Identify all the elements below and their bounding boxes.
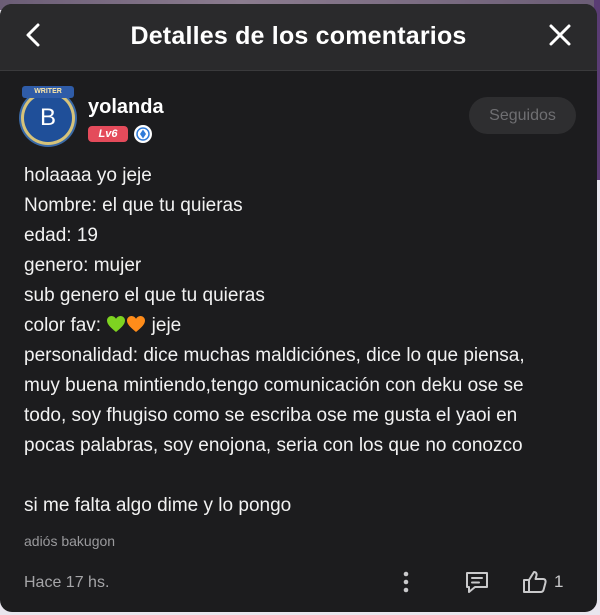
green-heart-icon xyxy=(107,316,126,332)
diamond-icon xyxy=(136,127,150,141)
orange-heart-icon xyxy=(127,316,146,332)
close-button[interactable] xyxy=(543,18,577,52)
comment-line: Nombre: el que tu quieras xyxy=(24,195,243,216)
comment-line-color-fav: color fav: jeje xyxy=(24,311,584,341)
comment-line: sub genero el que tu quieras xyxy=(24,285,265,306)
comment-body: holaaaa yo jeje Nombre: el que tu quiera… xyxy=(24,161,584,521)
page-title: Detalles de los comentarios xyxy=(130,22,467,50)
comment-icon xyxy=(466,572,488,593)
follow-button[interactable]: Seguidos xyxy=(469,97,576,134)
avatar-frame-ribbon: WRITER xyxy=(22,86,74,98)
comment-line: todo, soy fhugiso como se escriba ose me… xyxy=(24,405,518,426)
comment-line: si me falta algo dime y lo pongo xyxy=(24,495,292,516)
thumbs-up-icon xyxy=(523,571,547,593)
comment-details-panel: Detalles de los comentarios B WRITER yol… xyxy=(0,4,597,612)
level-badge: Lv6 xyxy=(88,126,128,142)
comment-line: pocas palabras, soy enojona, seria con l… xyxy=(24,435,523,456)
reply-button[interactable] xyxy=(464,569,490,595)
like-count: 1 xyxy=(554,572,564,591)
comment-line: edad: 19 xyxy=(24,225,98,246)
author-name[interactable]: yolanda xyxy=(88,96,164,119)
comment-signature: adiós bakugon xyxy=(24,533,116,549)
avatar[interactable]: B WRITER xyxy=(18,86,78,148)
more-vertical-icon xyxy=(403,571,409,593)
comment-line-suffix: jeje xyxy=(151,315,182,336)
header-bar: Detalles de los comentarios xyxy=(0,4,597,71)
comment-line: muy buena mintiendo,tengo comunicación c… xyxy=(24,375,524,396)
comment-line-blank xyxy=(24,461,584,491)
comment-timestamp: Hace 17 hs. xyxy=(24,574,110,591)
comment-line: holaaaa yo jeje xyxy=(24,165,152,186)
close-icon xyxy=(549,24,571,46)
comment-line: personalidad: dice muchas maldiciónes, d… xyxy=(24,345,525,366)
verified-badge xyxy=(134,125,152,143)
avatar-image: B xyxy=(24,94,72,142)
comment-line: genero: mujer xyxy=(24,255,142,276)
more-options-button[interactable] xyxy=(398,569,414,595)
like-button[interactable]: 1 xyxy=(522,569,568,595)
comment-line-text: color fav: xyxy=(24,315,102,336)
